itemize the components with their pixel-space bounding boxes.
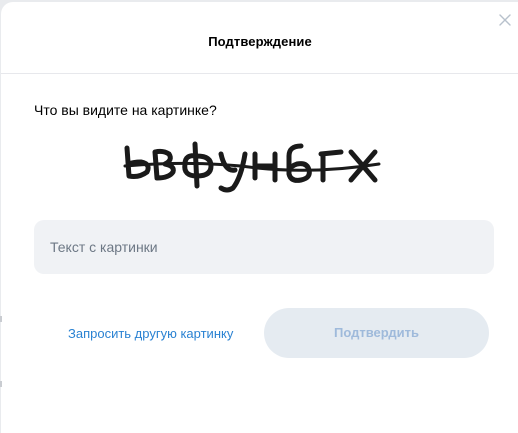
refresh-captcha-link[interactable]: Запросить другую картинку — [68, 326, 233, 341]
dialog-title: Подтверждение — [208, 34, 312, 49]
captcha-input[interactable] — [34, 220, 494, 274]
captcha-dialog: Подтверждение Что вы видите на картинке? — [1, 2, 518, 433]
background-edge-mark — [0, 316, 2, 322]
captcha-input-container — [34, 220, 494, 274]
dialog-header: Подтверждение — [1, 2, 518, 74]
confirm-button[interactable]: Подтвердить — [264, 308, 489, 358]
captcha-image — [117, 126, 387, 198]
background-edge-mark — [0, 381, 2, 387]
captcha-prompt: Что вы видите на картинке? — [34, 102, 217, 118]
close-icon[interactable] — [497, 12, 513, 28]
